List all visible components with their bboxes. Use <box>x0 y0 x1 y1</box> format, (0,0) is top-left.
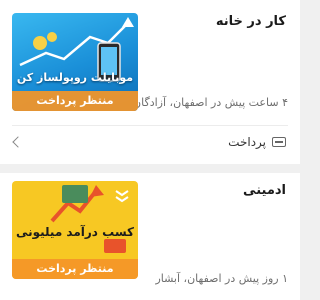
listing-title: کار در خانه <box>215 14 286 29</box>
payment-label: پرداخت <box>228 135 266 149</box>
chevron-left-icon[interactable] <box>12 136 24 148</box>
listing-thumbnail[interactable]: موبایلت روپولساز کن منتظر پرداخت <box>12 13 138 111</box>
listing-thumbnail[interactable]: کسب درآمد میلیونی منتظر پرداخت <box>12 181 138 279</box>
listing-title: ادمینی <box>243 183 286 198</box>
thumbnail-caption: موبایلت روپولساز کن <box>16 71 134 84</box>
listing-card-kar-dar-khane[interactable]: کار در خانه ۴ ساعت پیش در اصفهان، آزادگا… <box>0 0 300 164</box>
thumbnail-caption: کسب درآمد میلیونی <box>15 225 135 239</box>
listing-meta: ۴ ساعت پیش در اصفهان، آزادگان <box>133 96 288 109</box>
listing-meta: ۱ روز پیش در اصفهان، آبشار <box>155 272 288 285</box>
card-icon <box>272 137 286 147</box>
status-badge: منتظر پرداخت <box>12 259 138 279</box>
status-badge: منتظر پرداخت <box>12 91 138 111</box>
payment-row[interactable]: پرداخت <box>0 126 300 162</box>
listing-card-adminy[interactable]: ادمینی ۱ روز پیش در اصفهان، آبشار کسب در… <box>0 173 300 300</box>
